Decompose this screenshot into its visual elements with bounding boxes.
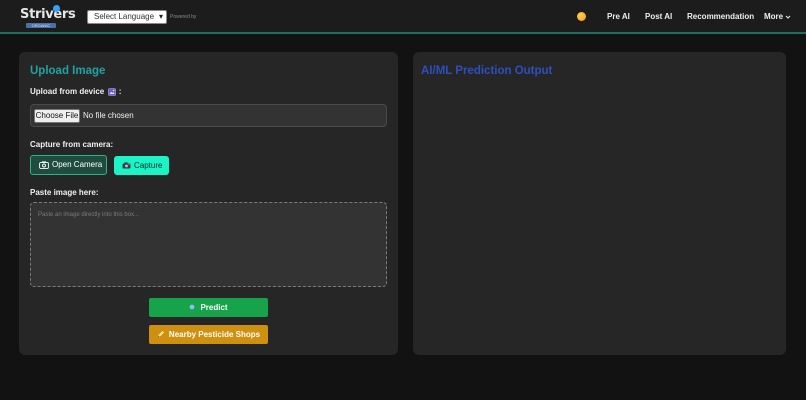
prediction-output-title: AI/ML Prediction Output: [421, 65, 553, 77]
upload-title: Upload Image: [30, 65, 106, 77]
camera-flash-icon: [122, 162, 131, 169]
open-camera-label: Open Camera: [52, 160, 103, 169]
nav-more-label: More: [764, 12, 784, 21]
paste-placeholder-text: Paste an image directly into this box...: [38, 212, 140, 218]
camera-icon: [39, 161, 49, 169]
predict-label: Predict: [200, 303, 228, 312]
capture-label: Capture: [134, 161, 163, 170]
upload-device-label: Upload from device :: [30, 87, 121, 96]
top-header: Strivers ORGANIC Select Language ▾ Power…: [0, 0, 806, 34]
nav-post-ai[interactable]: Post AI: [645, 12, 672, 21]
nav-recommendation[interactable]: Recommendation: [687, 12, 754, 21]
prediction-output-card: [413, 52, 786, 355]
capture-button[interactable]: Capture: [114, 156, 169, 175]
powered-by-text: Powered by: [170, 14, 197, 20]
logo-subtext: ORGANIC: [26, 23, 56, 28]
language-select[interactable]: Select Language ▾: [87, 10, 167, 24]
nearby-shops-label: Nearby Pesticide Shops: [168, 330, 261, 339]
app-logo[interactable]: Strivers ORGANIC: [20, 5, 76, 29]
upload-device-colon: :: [118, 87, 122, 96]
camera-label: Capture from camera:: [30, 140, 114, 149]
image-icon: [108, 88, 117, 96]
nearby-shops-button[interactable]: Nearby Pesticide Shops: [149, 325, 268, 344]
file-status-text: No file chosen: [83, 111, 134, 120]
language-select-value: Select Language: [94, 12, 155, 21]
chevron-down-icon: ▾: [158, 12, 163, 21]
sun-icon[interactable]: [577, 12, 586, 21]
logo-text: Strivers: [20, 7, 76, 22]
nav-more[interactable]: More: [764, 12, 791, 21]
predict-button[interactable]: Predict: [149, 298, 268, 317]
pencil-icon: [157, 330, 165, 338]
dot-icon: [190, 304, 195, 310]
nav-pre-ai[interactable]: Pre AI: [607, 12, 630, 21]
paste-label: Paste image here:: [30, 188, 99, 197]
chevron-down-icon: [786, 15, 791, 19]
upload-device-label-text: Upload from device: [30, 87, 105, 96]
open-camera-button[interactable]: Open Camera: [30, 155, 107, 175]
choose-file-button[interactable]: Choose File: [34, 109, 80, 123]
logo-dot-icon: [53, 5, 60, 12]
